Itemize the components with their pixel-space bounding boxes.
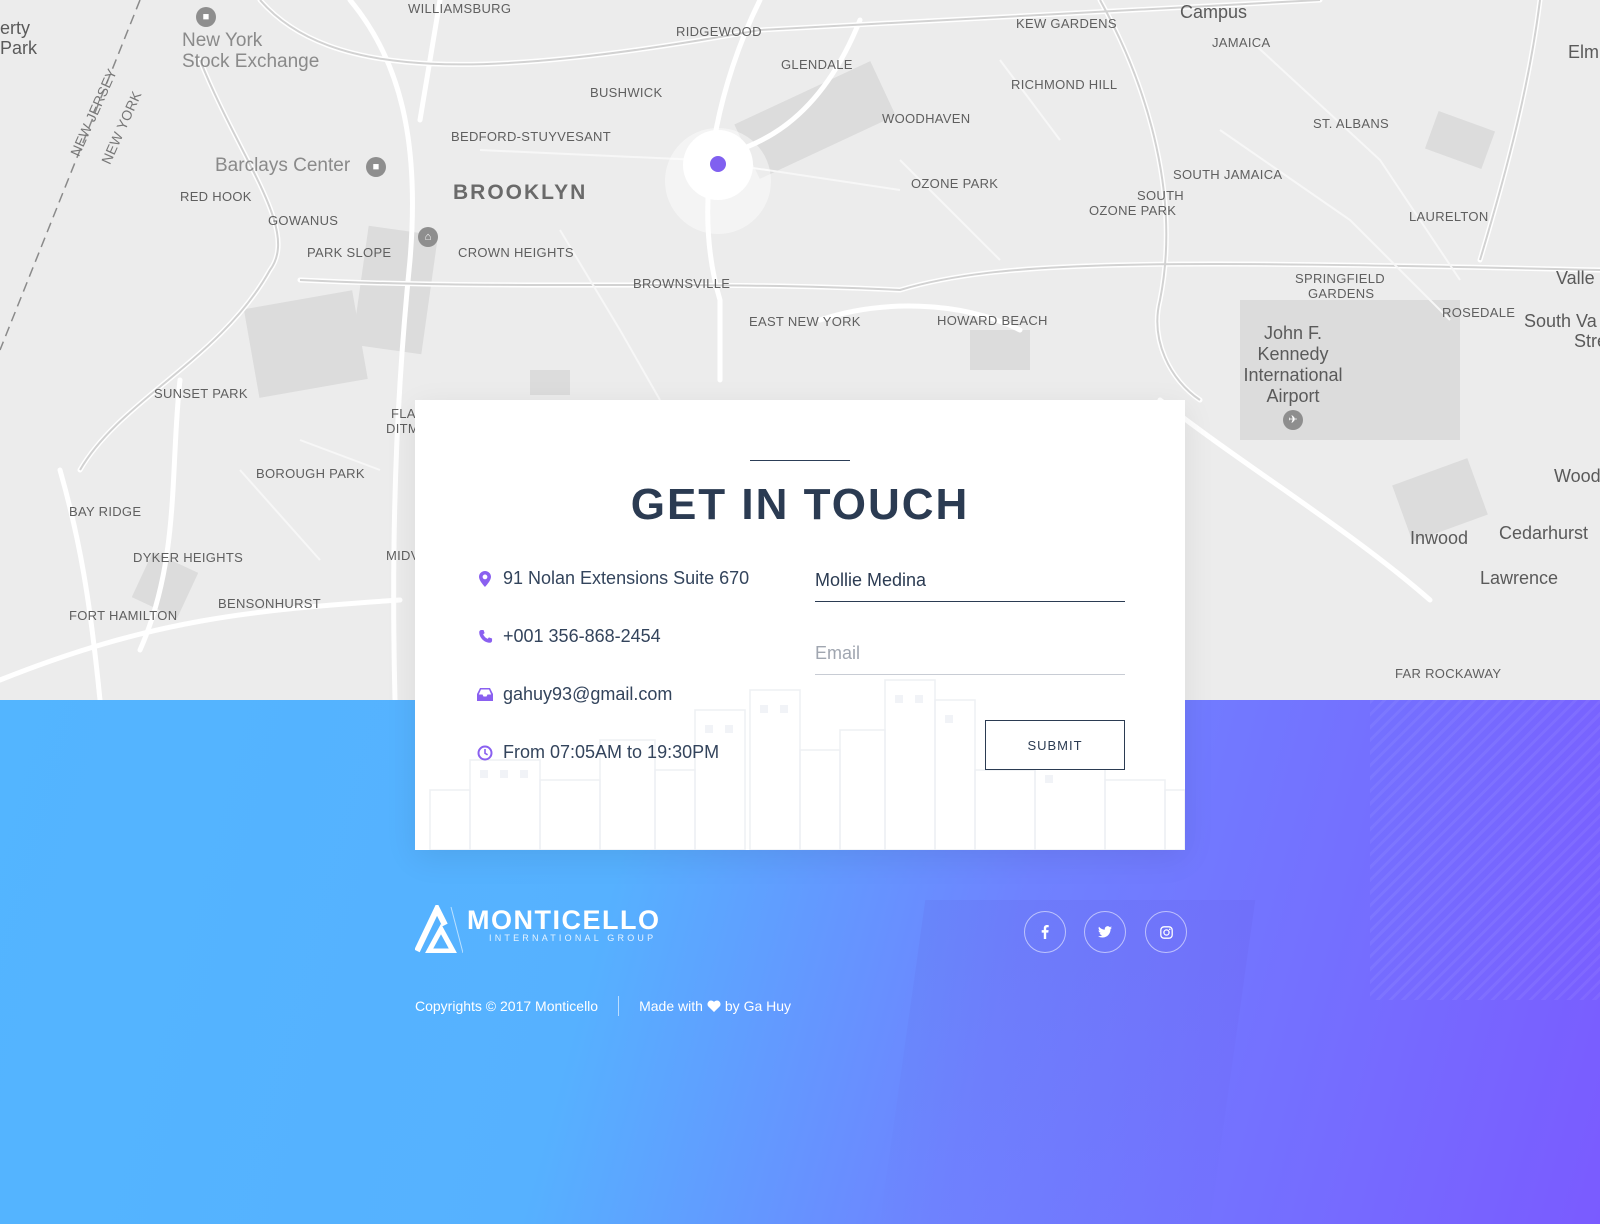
map-label: Valle (1556, 268, 1595, 288)
clock-icon (475, 743, 495, 763)
map-label: John F. (1263, 323, 1323, 343)
facebook-icon (1041, 925, 1049, 939)
map-label: International (1243, 365, 1343, 385)
map-label: BOROUGH PARK (256, 466, 365, 481)
hours-text: From 07:05AM to 19:30PM (503, 742, 720, 762)
hours-row: From 07:05AM to 19:30PM (475, 742, 719, 763)
map-label: JAMAICA (1212, 35, 1271, 50)
submit-button[interactable]: SUBMIT (985, 720, 1125, 770)
twitter-icon (1098, 926, 1112, 938)
map-label: RED HOOK (180, 189, 252, 204)
footer-divider (618, 996, 620, 1016)
phone-row: +001 356-868-2454 (475, 626, 661, 647)
map-label: OZONE PARK (911, 176, 999, 191)
map-label: EAST NEW YORK (749, 314, 861, 329)
map-label: SPRINGFIELD (1295, 271, 1385, 286)
map-label: CROWN HEIGHTS (458, 245, 574, 260)
brand-name: MONTICELLO (467, 905, 661, 935)
map-label: SOUTH JAMAICA (1173, 167, 1283, 182)
address-text: 91 Nolan Extensions Suite 670 (503, 568, 750, 588)
map-label: Campus (1180, 2, 1248, 22)
building-decoration (874, 900, 1256, 1224)
stadium-icon: ■ (366, 157, 386, 177)
map-label: WILLIAMSBURG (408, 1, 512, 16)
map-label: ROSEDALE (1442, 305, 1516, 320)
monticello-logo-icon (415, 905, 463, 953)
map-label: erty (0, 18, 31, 38)
email-text[interactable]: gahuy93@gmail.com (503, 684, 672, 705)
map-label: RICHMOND HILL (1011, 77, 1118, 92)
instagram-icon (1159, 925, 1173, 939)
map-label: DYKER HEIGHTS (133, 550, 244, 565)
stripe-decoration (1370, 700, 1600, 1000)
map-label: BAY RIDGE (69, 504, 142, 519)
map-label: Barclays Center (215, 155, 351, 176)
heart-icon (707, 1000, 721, 1012)
instagram-button[interactable] (1145, 911, 1187, 953)
map-label: HOWARD BEACH (937, 313, 1048, 328)
name-field[interactable] (815, 570, 1125, 602)
brand-logo[interactable]: MONTICELLO INTERNATIONAL GROUP (415, 905, 660, 953)
map-label: LAURELTON (1409, 209, 1489, 224)
brand-tagline: INTERNATIONAL GROUP (489, 933, 657, 943)
copyright-text: Copyrights © 2017 Monticello (415, 998, 599, 1014)
map-label: WOODHAVEN (882, 111, 971, 126)
twitter-button[interactable] (1084, 911, 1126, 953)
email-row: gahuy93@gmail.com (475, 684, 672, 705)
facebook-button[interactable] (1024, 911, 1066, 953)
landmark-icon: ■ (196, 7, 216, 27)
made-with-text: Made with (639, 998, 703, 1014)
map-label: KEW GARDENS (1016, 16, 1117, 31)
map-label: SUNSET PARK (154, 386, 248, 401)
map-label: Park (0, 38, 38, 58)
location-pin-icon[interactable] (710, 156, 726, 172)
map-label: GOWANUS (268, 213, 339, 228)
map-label: BUSHWICK (590, 85, 663, 100)
map-label: SOUTH (1137, 188, 1184, 203)
footer-credits: Copyrights © 2017 Monticello Made with b… (415, 996, 791, 1016)
map-label: FLA (391, 406, 416, 421)
map-label: Lawrence (1480, 568, 1559, 588)
map-pin-icon (475, 569, 495, 589)
map-label: BEDFORD-STUYVESANT (451, 129, 611, 144)
map-label: New York (182, 30, 263, 51)
map-label: Strean (1574, 331, 1600, 351)
address-row: 91 Nolan Extensions Suite 670 (475, 568, 749, 589)
contact-card: GET IN TOUCH 91 Nolan Extensions Suite 6… (415, 400, 1185, 850)
map-label: Kennedy (1257, 344, 1329, 364)
email-field[interactable] (815, 643, 1125, 675)
map-label: BROOKLYN (453, 181, 588, 204)
map-label: GLENDALE (781, 57, 853, 72)
museum-icon: ⌂ (418, 227, 438, 247)
map-label: ST. ALBANS (1313, 116, 1389, 131)
map-label: Airport (1266, 386, 1320, 406)
inbox-icon (475, 685, 495, 705)
map-label: Stock Exchange (182, 51, 320, 72)
map-label: Cedarhurst (1499, 523, 1589, 543)
map-label: OZONE PARK (1089, 203, 1177, 218)
map-label: Elm (1568, 42, 1599, 62)
map-label: FORT HAMILTON (69, 608, 178, 623)
map-label: RIDGEWOOD (676, 24, 762, 39)
map-label-airport: John F. Kennedy International Airport (1233, 323, 1353, 407)
map-label: South Va (1524, 311, 1597, 331)
map-label: BROWNSVILLE (633, 276, 731, 291)
phone-text[interactable]: +001 356-868-2454 (503, 626, 661, 647)
map-label: Wood (1554, 466, 1600, 486)
title-divider (750, 460, 850, 461)
page-title: GET IN TOUCH (630, 480, 970, 529)
airport-icon: ✈ (1283, 410, 1303, 430)
map-label: PARK SLOPE (307, 245, 392, 260)
map-label: BENSONHURST (218, 596, 321, 611)
author-text[interactable]: by Ga Huy (725, 998, 791, 1014)
map-label: Inwood (1410, 528, 1469, 548)
map-label: GARDENS (1308, 286, 1375, 301)
phone-icon (475, 627, 495, 647)
map-label: FAR ROCKAWAY (1395, 666, 1502, 681)
